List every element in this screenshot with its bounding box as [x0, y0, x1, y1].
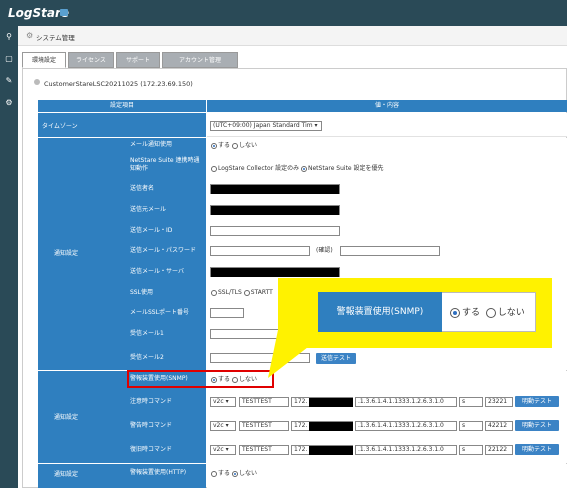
suite-action-radios[interactable]: LogStare Collector 設定のみ NetStare Suite 設… — [211, 164, 384, 174]
highlight-box — [127, 370, 274, 388]
snmp-version-select[interactable]: v2c ▾ — [210, 397, 236, 407]
http-use-label: 警報装置使用(HTTP) — [130, 469, 187, 476]
radio-icon[interactable] — [211, 289, 217, 296]
snmp-test-button[interactable]: 明動テスト — [515, 444, 559, 455]
redaction-bar — [211, 185, 339, 194]
radio-on-icon[interactable] — [450, 307, 460, 318]
callout-radios[interactable]: する しない — [450, 305, 525, 318]
confirm-label: (確認) — [316, 247, 333, 254]
timezone-label: タイムゾーン — [42, 123, 78, 130]
mail-use-radios[interactable]: する しない — [211, 141, 257, 151]
snmp-community-input[interactable]: TESTTEST — [239, 421, 289, 431]
snmp-test-button[interactable]: 明動テスト — [515, 420, 559, 431]
mail-id-input[interactable] — [210, 226, 340, 236]
suite-action-label: NetStare Suite 連携時通知動作 — [130, 157, 200, 172]
breadcrumb-text: システム管理 — [36, 34, 75, 42]
sender-mail-label: 送信元メール — [130, 206, 167, 213]
radio-off-icon[interactable] — [231, 470, 238, 477]
radio-icon[interactable] — [211, 165, 217, 172]
http-group-label: 通知設定 — [54, 471, 79, 478]
header-value: 値・内容 — [207, 100, 567, 112]
timezone-label-cell: タイムゾーン — [38, 113, 206, 137]
sender-name-label: 送信者名 — [130, 185, 155, 192]
document-icon[interactable]: ▢ — [4, 54, 14, 64]
notify-group-label: 通知設定 — [54, 250, 79, 257]
redaction-bar — [309, 446, 353, 455]
search-icon[interactable]: ⚲ — [4, 32, 14, 42]
radio-on-icon[interactable] — [211, 142, 217, 149]
snmp-row2-label: 警告時コマンド — [130, 422, 173, 429]
snmp-community-input[interactable]: TESTTEST — [239, 397, 289, 407]
host-label: CustomerStareLSC20211025 (172.23.69.150) — [44, 80, 193, 88]
snmp-test-button[interactable]: 明動テスト — [515, 396, 559, 407]
radio-on-icon[interactable] — [211, 470, 217, 477]
ssl-port-input[interactable] — [210, 308, 244, 318]
header-item: 設定項目 — [38, 100, 206, 112]
snmp-row1-label: 注意時コマンド — [130, 398, 173, 405]
snmp-type-input[interactable]: s — [459, 445, 483, 455]
snmp-row3-label: 復旧時コマンド — [130, 446, 173, 453]
mail-server-label: 送信メール・サーバ — [130, 268, 184, 275]
logo-badge-icon — [60, 9, 68, 16]
gear-icon[interactable]: ⚙ — [4, 98, 14, 108]
redaction-bar — [211, 268, 339, 277]
tab-support[interactable]: サポート — [116, 52, 160, 68]
tab-environment[interactable]: 環境設定 — [22, 52, 66, 68]
tab-account[interactable]: アカウント管理 — [162, 52, 238, 68]
snmp-value-input[interactable]: 23221 — [485, 397, 513, 407]
ssl-port-label: メールSSLポート番号 — [130, 309, 189, 316]
snmp-oid-input[interactable]: .1.3.6.1.4.1.1333.1.2.6.3.1.0 — [355, 397, 457, 407]
snmp-oid-input[interactable]: .1.3.6.1.4.1.1333.1.2.6.3.1.0 — [355, 445, 457, 455]
snmp-type-input[interactable]: s — [459, 397, 483, 407]
mail-password-label: 送信メール・パスワード — [130, 247, 197, 254]
wrench-icon[interactable]: ✎ — [4, 76, 14, 86]
mail-use-label: メール通知使用 — [130, 141, 173, 148]
radio-icon[interactable] — [243, 289, 250, 296]
snmp-group-label: 通知設定 — [54, 414, 79, 421]
snmp-oid-input[interactable]: .1.3.6.1.4.1.1333.1.2.6.3.1.0 — [355, 421, 457, 431]
ssl-radios[interactable]: SSL/TLS STARTT — [211, 288, 273, 298]
snmp-community-input[interactable]: TESTTEST — [239, 445, 289, 455]
ssl-label: SSL使用 — [130, 289, 153, 296]
tab-license[interactable]: ライセンス — [68, 52, 114, 68]
redaction-bar — [309, 422, 353, 431]
top-bar: LogStare — [0, 0, 567, 26]
mail-password-confirm-input[interactable] — [340, 246, 440, 256]
mail-password-input[interactable] — [210, 246, 310, 256]
redaction-bar — [211, 206, 339, 215]
timezone-select[interactable]: (UTC+09:00) Japan Standard Tim ▾ — [210, 121, 322, 131]
host-icon — [34, 79, 40, 85]
callout-label: 警報装置使用(SNMP) — [318, 292, 442, 332]
snmp-version-select[interactable]: v2c ▾ — [210, 445, 236, 455]
sidebar: ⚲ ▢ ✎ ⚙ — [0, 26, 18, 488]
snmp-version-select[interactable]: v2c ▾ — [210, 421, 236, 431]
radio-icon[interactable] — [301, 165, 307, 172]
recv1-label: 受信メール1 — [130, 330, 164, 337]
snmp-type-input[interactable]: s — [459, 421, 483, 431]
http-value-cell — [207, 464, 567, 488]
radio-off-icon[interactable] — [231, 142, 238, 149]
radio-off-icon[interactable] — [485, 307, 496, 318]
snmp-value-input[interactable]: 42212 — [485, 421, 513, 431]
redaction-bar — [309, 398, 353, 407]
http-use-radios[interactable]: する しない — [211, 469, 257, 479]
breadcrumb: ⚙ システム管理 — [18, 26, 567, 46]
snmp-value-input[interactable]: 22122 — [485, 445, 513, 455]
gear-icon: ⚙ — [26, 31, 34, 40]
recv2-label: 受信メール2 — [130, 354, 164, 361]
mail-id-label: 送信メール・ID — [130, 227, 173, 234]
